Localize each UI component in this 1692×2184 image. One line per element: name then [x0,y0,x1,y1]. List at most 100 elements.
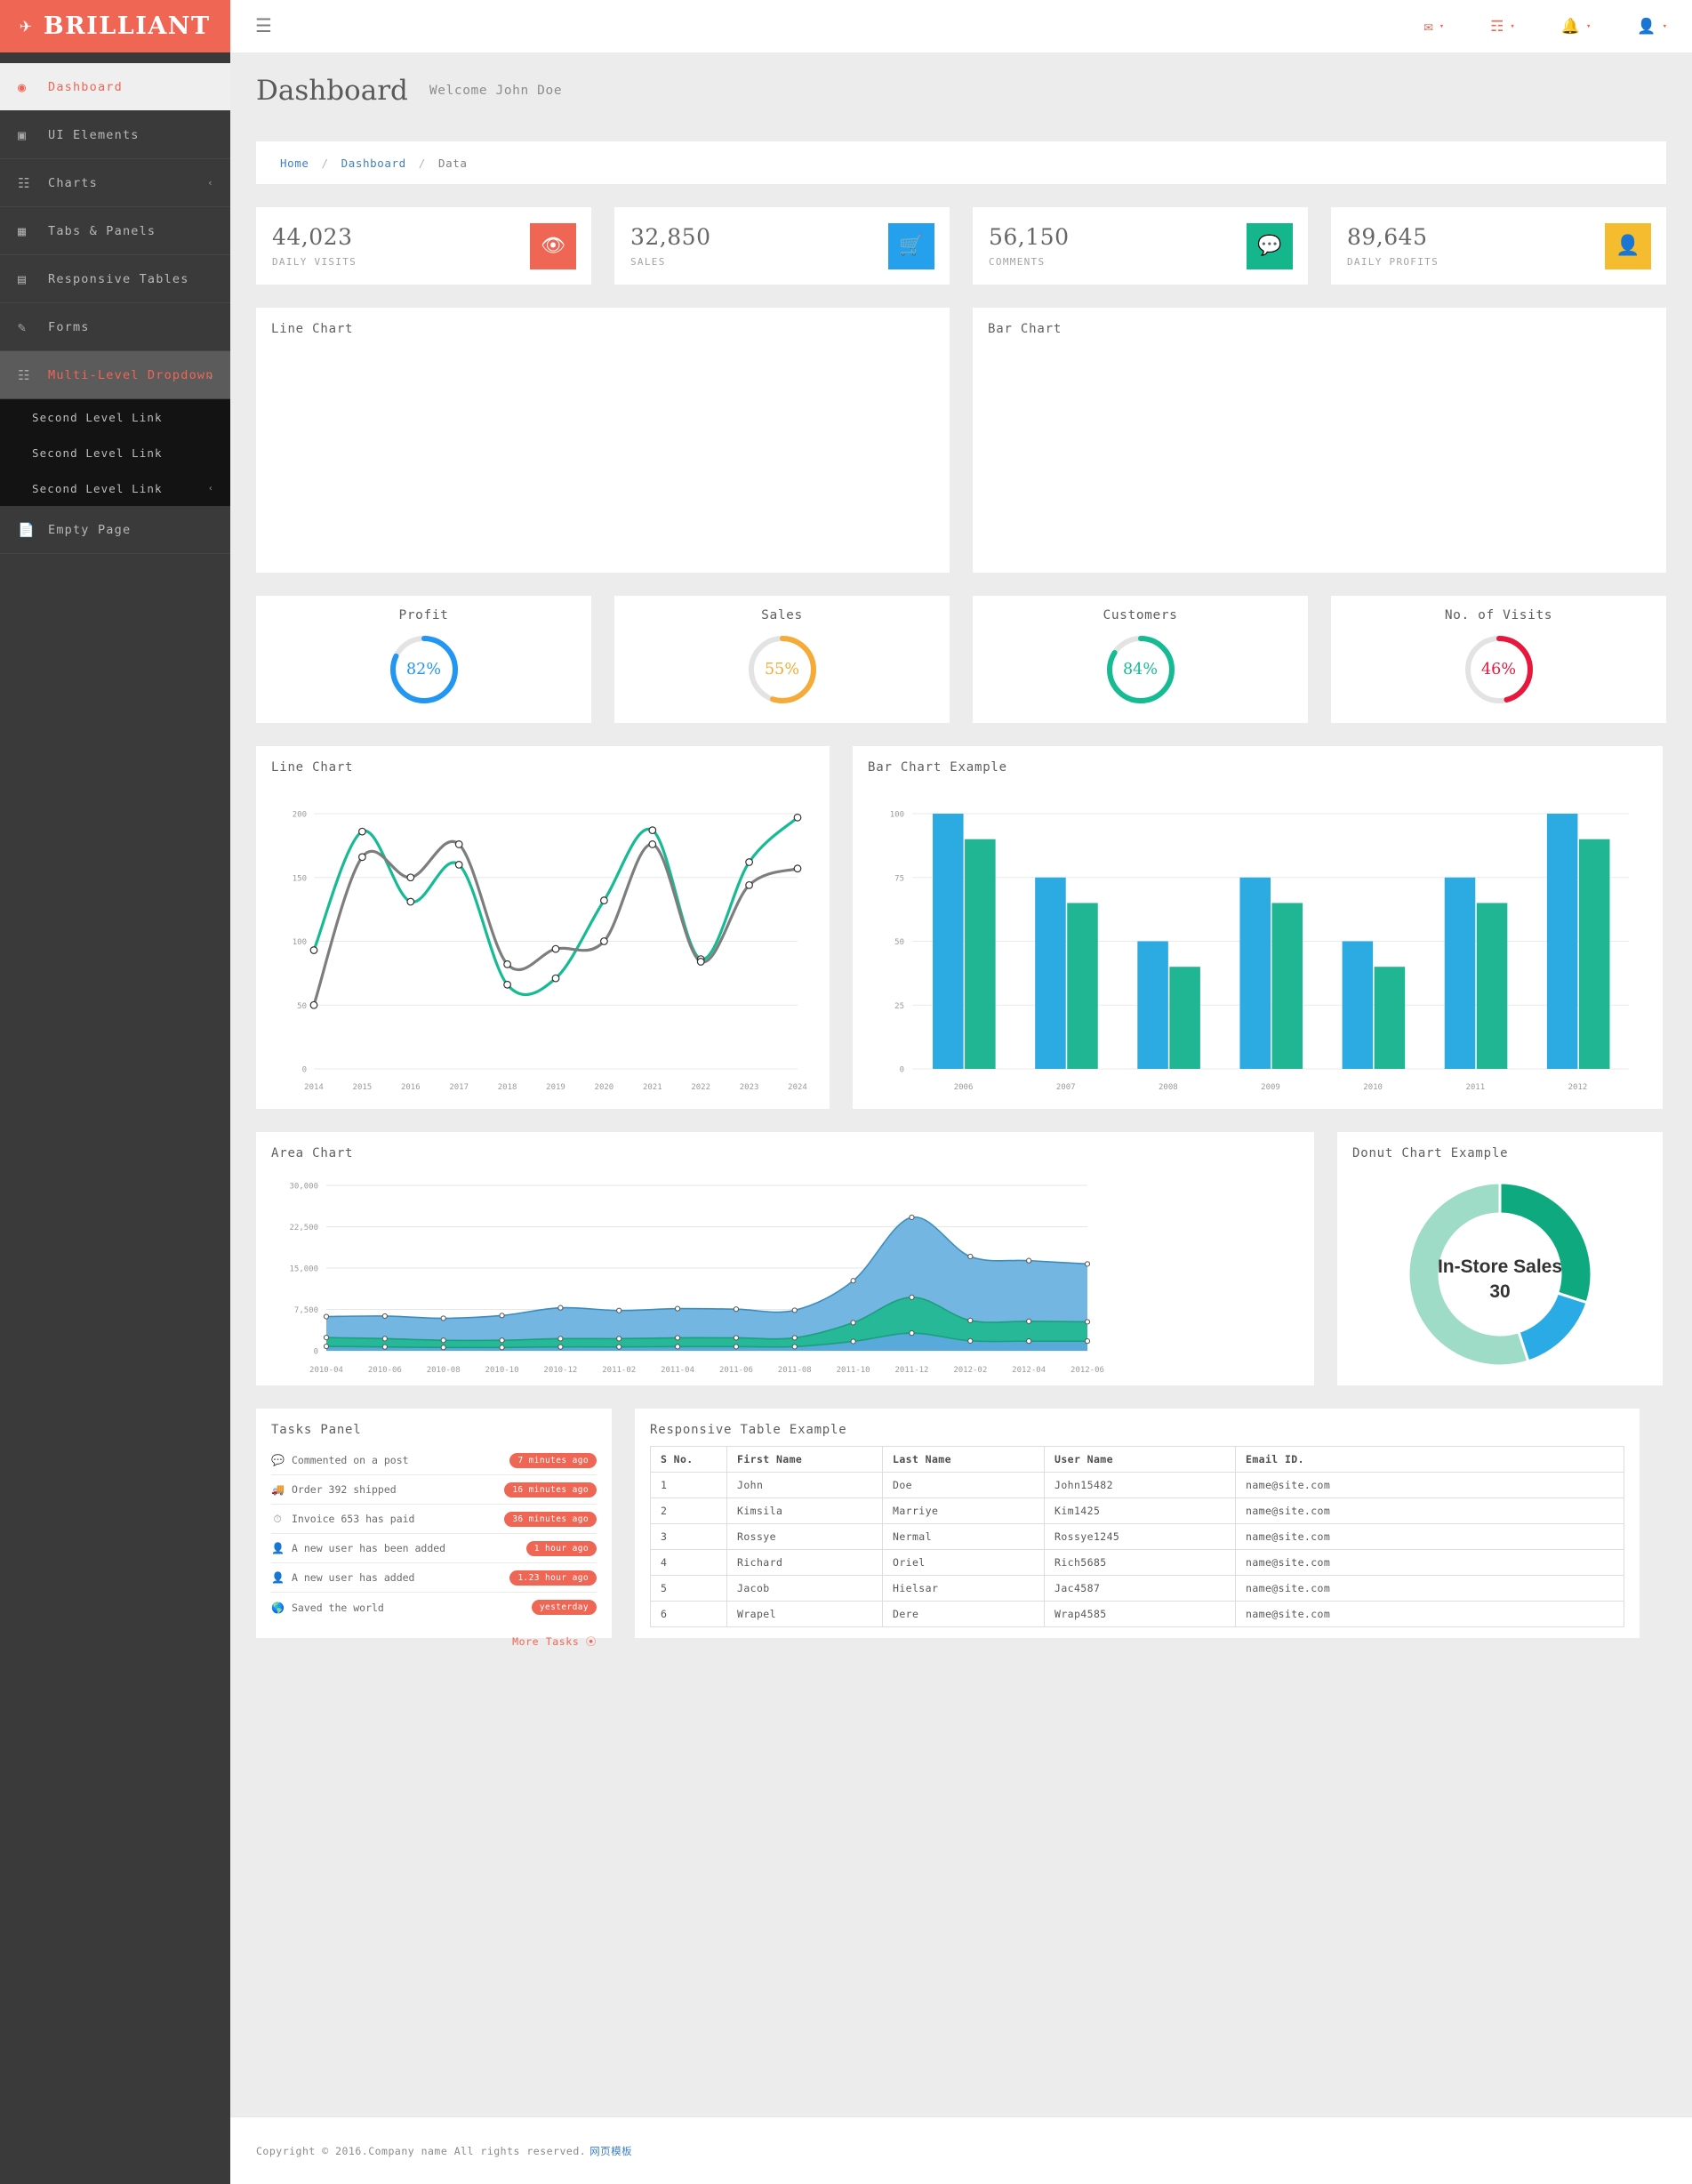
stat-card-daily-visits[interactable]: 44,023 DAILY VISITS 👁 [256,207,591,285]
table-cell: Wrapel [726,1601,883,1627]
sidebar-item-label: UI Elements [48,127,140,142]
svg-text:7,500: 7,500 [294,1306,318,1315]
panel-bar-chart-example: Bar Chart Example 0 25 50 75 100 2006 2007 2008… [853,746,1663,1109]
table-cell: Rich5685 [1044,1549,1236,1576]
gauge-profit: 82% [388,633,461,706]
area-chart: 0 7,500 15,000 22,500 30,000 2010-04 2010-06 20… [289,1183,1104,1376]
svg-text:100: 100 [293,938,307,947]
stat-label: COMMENTS [989,256,1046,268]
stat-card-comments[interactable]: 56,150 COMMENTS 💬 [973,207,1308,285]
table-row[interactable]: 2 Kimsila Marriye Kim1425 name@site.com [650,1497,1624,1524]
user-icon: 👤 [271,1542,285,1554]
svg-text:2008: 2008 [1159,1083,1178,1092]
table-row[interactable]: 1 John Doe John15482 name@site.com [650,1472,1624,1498]
svg-text:2012-06: 2012-06 [1071,1366,1104,1375]
table-cell: John [726,1472,883,1498]
table-row[interactable]: 6 Wrapel Dere Wrap4585 name@site.com [650,1601,1624,1627]
svg-text:2009: 2009 [1261,1083,1280,1092]
table-header: Email ID. [1235,1446,1624,1473]
task-time-badge: 16 minutes ago [504,1481,597,1497]
stat-label: DAILY VISITS [272,256,357,268]
hamburger-icon[interactable]: ☰ [255,17,272,36]
panel-title: Line Chart [271,760,354,775]
svg-text:30: 30 [1489,1281,1510,1302]
svg-text:2018: 2018 [498,1083,517,1092]
sidebar-item-forms[interactable]: ✎ Forms [0,303,230,351]
user-dropdown[interactable]: 👤 ▾ [1637,18,1667,36]
gauge-title: No. of Visits [1444,608,1553,622]
brand-logo[interactable]: ✈ BRILLIANT [0,0,230,52]
sidebar-subitem-2[interactable]: Second Level Link [0,435,230,470]
stat-value: 32,850 [630,224,711,250]
table-cell: Rossye [726,1523,883,1550]
table-cell: Kimsila [726,1497,883,1524]
breadcrumb-separator: / [321,156,329,170]
panel-responsive-table: Responsive Table Example S No. First Nam… [635,1409,1640,1638]
sidebar-subitem-3[interactable]: Second Level Link ‹ [0,470,230,506]
svg-text:0: 0 [302,1066,307,1075]
sidebar-item-charts[interactable]: ☷ Charts ‹ [0,159,230,207]
svg-text:75: 75 [894,874,904,883]
chevron-left-icon: ‹ [207,177,214,189]
gauge-card-customers: Customers 84% [973,596,1308,723]
list-item[interactable]: 🌎 Saved the world yesterday [271,1593,597,1622]
gauge-visits: 46% [1463,633,1536,706]
panel-title: Bar Chart Example [868,760,1007,775]
footer-link[interactable]: 网页模板 [589,2144,632,2158]
svg-text:2011-10: 2011-10 [837,1366,870,1375]
task-time-badge: yesterday [531,1600,597,1615]
svg-text:2014: 2014 [304,1083,324,1092]
bar-chart-example: 0 25 50 75 100 2006 2007 2008 2009 2010 2011 2012 [890,811,1629,1092]
tasks-dropdown[interactable]: ☶ ▾ [1490,18,1515,36]
chevron-down-icon: ▾ [1662,21,1667,31]
stats-row: 44,023 DAILY VISITS 👁 32,850 SALES 🛒 56,… [256,207,1666,285]
clock-icon: ⏱ [273,1512,282,1525]
notifications-dropdown[interactable]: 🔔 ▾ [1561,18,1592,36]
list-item[interactable]: 💬 Commented on a post 7 minutes ago [271,1446,597,1475]
stat-card-sales[interactable]: 32,850 SALES 🛒 [614,207,950,285]
comment-icon: 💬 [271,1454,285,1466]
breadcrumb-dashboard[interactable]: Dashboard [341,157,406,170]
table-row[interactable]: 3 Rossye Nermal Rossye1245 name@site.com [650,1523,1624,1550]
page-header: Dashboard Welcome John Doe [230,52,1692,128]
list-item[interactable]: 🚚 Order 392 shipped 16 minutes ago [271,1475,597,1505]
task-text: A new user has been added [292,1542,446,1554]
sidebar-item-responsive-tables[interactable]: ▤ Responsive Tables [0,255,230,303]
donut-chart: In-Store Sales 30 [1407,1181,1593,1368]
sidebar-submenu: Second Level Link Second Level Link Seco… [0,399,230,506]
sitemap-icon: ☷ [18,366,31,383]
panel-tasks: Tasks Panel 💬 Commented on a post 7 minu… [256,1409,612,1648]
gauges-row: Profit 82% Sales 55% Customers 84% No. o… [256,596,1666,723]
task-time-badge: 1 hour ago [525,1540,597,1556]
svg-text:22,500: 22,500 [289,1224,318,1233]
list-item[interactable]: 👤 A new user has been added 1 hour ago [271,1534,597,1563]
plane-icon: ✈ [20,14,32,37]
messages-dropdown[interactable]: ✉ ▾ [1423,18,1444,36]
more-tasks-link[interactable]: More Tasks ⦿ [271,1634,597,1649]
panel-title: Donut Chart Example [1352,1146,1509,1160]
sidebar-item-tabs-panels[interactable]: ▦ Tabs & Panels [0,207,230,255]
table-cell: Oriel [882,1549,1045,1576]
task-text: A new user has added [292,1571,415,1584]
svg-text:2015: 2015 [353,1083,373,1092]
svg-text:30,000: 30,000 [289,1183,318,1192]
stat-card-daily-profits[interactable]: 89,645 DAILY PROFITS 👤 [1331,207,1666,285]
task-text: Invoice 653 has paid [292,1513,415,1525]
sitemap-icon: ☷ [18,174,31,191]
list-item[interactable]: 👤 A new user has added 1.23 hour ago [271,1563,597,1593]
sidebar-item-empty-page[interactable]: 📄 Empty Page [0,506,230,554]
list-item[interactable]: ⏱ Invoice 653 has paid 36 minutes ago [271,1505,597,1534]
sidebar-item-multi-level-dropdown[interactable]: ☷ Multi-Level Dropdown ⌄ [0,351,230,399]
table-cell: John15482 [1044,1472,1236,1498]
table-header: S No. [650,1446,727,1473]
panel-donut-chart: Donut Chart Example In-Store Sales 30 [1337,1132,1663,1385]
sidebar-subitem-1[interactable]: Second Level Link [0,399,230,435]
table-row[interactable]: 4 Richard Oriel Rich5685 name@site.com [650,1549,1624,1576]
breadcrumb-home[interactable]: Home [280,157,309,170]
table-cell: name@site.com [1235,1472,1624,1498]
sidebar-item-dashboard[interactable]: ◉ Dashboard [0,63,230,111]
table-row[interactable]: 5 Jacob Hielsar Jac4587 name@site.com [650,1575,1624,1602]
table-cell: name@site.com [1235,1575,1624,1602]
chevron-down-icon: ▾ [1439,21,1445,31]
sidebar-item-ui-elements[interactable]: ▣ UI Elements [0,111,230,159]
